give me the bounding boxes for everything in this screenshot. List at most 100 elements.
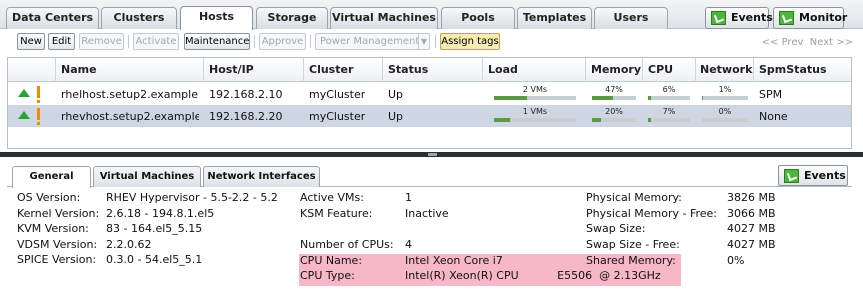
detail-events-button[interactable]: Events [778,165,848,186]
physical-memory-free-label: Physical Memory - Free: [586,207,717,220]
column-header-memory[interactable]: Memory [591,63,641,76]
network-bar: 0% [702,107,748,122]
tab-users[interactable]: Users [594,7,668,29]
power-management-label: Power Management [320,36,420,47]
tab-virtual-machines[interactable]: Virtual Machines [330,7,438,29]
monitor-icon [779,11,794,25]
tab-storage[interactable]: Storage [256,7,328,29]
spm-status: SPM [759,88,783,101]
toolbar-divider [254,35,255,48]
new-button[interactable]: New [17,33,45,50]
edit-button[interactable]: Edit [48,33,75,50]
spice-version-label: SPICE Version: [17,253,97,266]
assign-tags-button[interactable]: Assign tags [440,33,500,50]
column-divider [482,58,483,82]
tab-data-centers[interactable]: Data Centers [6,7,99,29]
network-bar: 1% [702,85,748,100]
load-label: 2 VMs [522,85,548,94]
host-toolbar: New Edit Remove Activate Maintenance App… [0,30,863,55]
network-label: 0% [718,107,732,116]
column-divider [585,58,586,82]
vdsm-version-label: VDSM Version: [17,238,98,251]
warning-icon [37,86,40,103]
column-divider [303,58,304,82]
column-divider [642,58,643,82]
tab-hosts[interactable]: Hosts [180,6,253,30]
remove-button[interactable]: Remove [79,33,124,50]
network-label: 1% [718,85,732,94]
column-divider [382,58,383,82]
maintenance-button[interactable]: Maintenance [184,33,250,50]
power-management-dropdown[interactable]: Power Management ▼ [315,33,430,50]
tab-clusters[interactable]: Clusters [101,7,177,29]
cpu-name-value: Intel Xeon Core i7 [405,254,503,267]
next-page-link[interactable]: Next >> [810,37,853,48]
column-header-host-ip[interactable]: Host/IP [209,63,254,76]
shared-memory-value: 0% [727,254,745,267]
os-version-label: OS Version: [17,191,81,204]
physical-memory-value: 3826 MB [727,191,776,204]
pager: << Prev Next >> [762,37,853,48]
table-header: Name Host/IP Cluster Status Load Memory … [8,58,851,82]
monitor-label: Monitor [799,11,848,24]
column-header-cluster[interactable]: Cluster [309,63,353,76]
warning-icon [37,108,40,125]
column-header-cpu[interactable]: CPU [648,63,673,76]
kvm-version-label: KVM Version: [17,222,89,235]
splitter-grip-icon [428,153,437,156]
chevron-down-icon: ▼ [417,34,427,49]
column-header-name[interactable]: Name [61,63,97,76]
num-cpus-value: 4 [405,238,412,251]
prev-page-link[interactable]: << Prev [762,37,804,48]
active-vms-label: Active VMs: [300,191,364,204]
column-divider [203,58,204,82]
tab-templates[interactable]: Templates [517,7,592,29]
spice-version-value: 0.3.0 - 54.el5_5.1 [106,253,203,266]
host-name: rhelhost.setup2.example [61,88,198,101]
panel-splitter[interactable] [0,152,863,157]
table-row[interactable]: rhelhost.setup2.example 192.168.2.10 myC… [8,83,851,105]
tab-detail-virtual-machines[interactable]: Virtual Machines [93,166,201,187]
kernel-version-value: 2.6.18 - 194.8.1.el5 [106,207,215,220]
table-row[interactable]: rhevhost.setup2.example 192.168.2.20 myC… [8,105,851,127]
events-label: Events [731,11,773,24]
status-up-icon [18,111,30,119]
vdsm-version-value: 2.2.0.62 [106,238,152,251]
cpu-type-label: CPU Type: [300,269,355,282]
column-header-spm-status[interactable]: SpmStatus [759,63,827,76]
memory-bar: 20% [592,107,636,122]
tab-network-interfaces[interactable]: Network Interfaces [203,166,320,187]
toolbar-divider [435,35,436,48]
column-header-network[interactable]: Network [700,63,752,76]
column-header-status[interactable]: Status [388,63,428,76]
kvm-version-value: 83 - 164.el5_5.15 [106,222,203,235]
load-bar: 1 VMs [494,107,576,122]
ksm-feature-label: KSM Feature: [300,207,373,220]
host-cluster: myCluster [309,110,366,123]
spm-status: None [759,110,788,123]
tab-pools[interactable]: Pools [441,7,515,29]
monitor-button[interactable]: Monitor [773,7,848,29]
events-icon [784,169,799,183]
toolbar-divider [310,35,311,48]
swap-size-value: 4027 MB [727,222,776,235]
cpu-label: 7% [662,107,676,116]
events-button[interactable]: Events [705,7,773,29]
active-vms-value: 1 [405,191,412,204]
cpu-type-value: Intel(R) Xeon(R) CPU E5506 @ 2.13GHz [405,269,661,282]
hosts-table: Name Host/IP Cluster Status Load Memory … [7,57,852,149]
tab-general[interactable]: General [12,166,91,188]
os-version-value: RHEV Hypervisor - 5.5-2.2 - 5.2 [106,191,278,204]
swap-size-free-value: 4027 MB [727,238,776,251]
approve-button[interactable]: Approve [259,33,306,50]
host-name: rhevhost.setup2.example [61,110,199,123]
activate-button[interactable]: Activate [133,33,179,50]
ksm-feature-value: Inactive [405,207,449,220]
column-divider [55,58,56,82]
load-bar: 2 VMs [494,85,576,100]
column-header-load[interactable]: Load [488,63,518,76]
num-cpus-label: Number of CPUs: [300,238,394,251]
cpu-bar: 7% [648,107,690,122]
load-label: 1 VMs [522,107,548,116]
cpu-label: 6% [662,85,676,94]
